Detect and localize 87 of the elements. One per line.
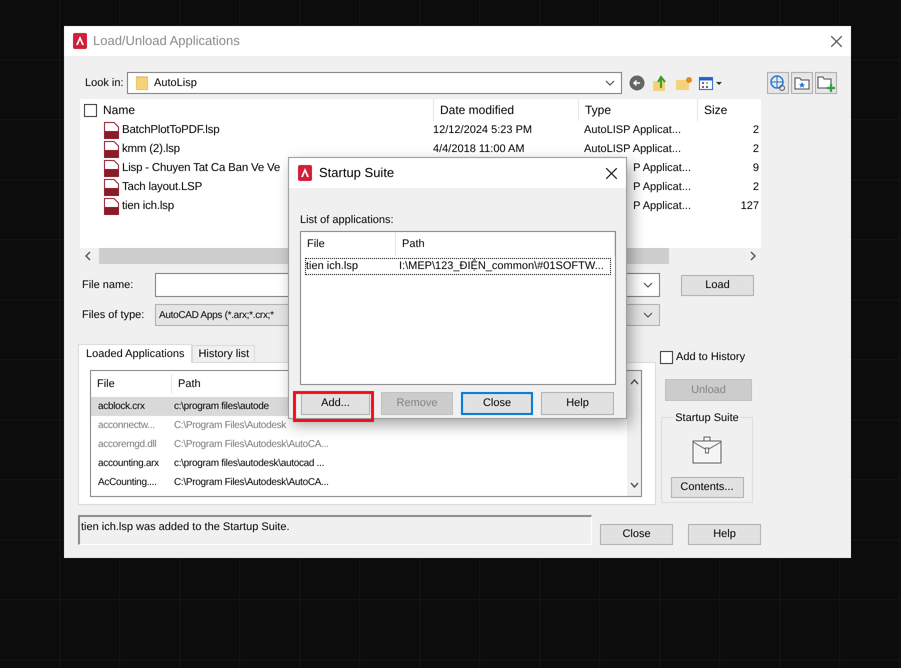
type-cell-text: P Applicat... [633,161,691,176]
close-button[interactable]: Close [600,524,673,545]
column-header[interactable]: Size [704,101,728,119]
contents-button[interactable]: Contents... [670,477,744,498]
date-cell: 4/4/2018 11:00 AM [433,143,525,156]
file-name[interactable]: Tach layout.LSP [122,178,202,196]
file-cell-text: acconnectw... [97,419,156,433]
file-name[interactable]: Lisp - Chuyen Tat Ca Ban Ve Ve [122,160,280,178]
file-name[interactable]: tien ich.lsp [122,198,174,216]
checkbox[interactable] [660,350,673,364]
file-name[interactable]: kmm (2).lsp [122,140,180,158]
list-label: List of applications: [300,214,394,226]
back-icon[interactable] [629,75,645,91]
close-icon[interactable] [831,36,842,46]
look-in-dropdown[interactable]: AutoLisp [127,72,622,94]
dialog-button[interactable]: Close [461,392,533,415]
window-title: Load/Unload Applications [93,32,240,50]
file-cell-text: AcCounting.... [97,476,158,490]
column-header[interactable]: Path [402,236,425,252]
path-cell-text: C:\Program Files\Autodesk\AutoCA... [174,438,329,452]
list-row[interactable]: accounting.arx c:\program files\autodesk\autocad ... [91,454,627,473]
help-button[interactable]: Help [688,524,761,545]
size-cell-text: 2 [752,180,759,196]
path-cell-text: c:\program files\autodesk\autocad ... [174,457,324,471]
size-cell-text: 2 [752,142,759,158]
path-cell-text: c:\program files\autode [174,400,269,414]
folder-icon [136,76,148,90]
file-cell-text: tien ich.lsp [306,259,359,274]
path-cell-text: C:\Program Files\Autodesk [174,419,286,433]
lisp-file-icon [104,179,119,196]
chevron-down-icon [643,282,653,288]
column-header[interactable]: Path [178,376,201,392]
chevron-left-icon[interactable] [85,251,91,261]
chevron-down-icon [605,80,615,86]
chevron-up-icon[interactable] [630,379,638,385]
size-cell-text: 9 [752,161,759,176]
folder-add-icon[interactable] [815,72,837,94]
column-header[interactable]: Date modified [440,101,514,119]
type-cell-text: AutoLISP Applicat... [584,123,682,138]
lisp-file-icon [104,198,119,215]
file-cell-text: accoremgd.dll [97,438,158,452]
type-cell-text: P Applicat... [633,199,691,214]
files-of-type-label: Files of type: [82,308,146,323]
select-all-checkbox[interactable] [84,104,97,116]
list-row[interactable]: AcCounting.... C:\Program Files\Autodesk\AutoCA... [91,473,627,492]
file-cell-text: acblock.crx [97,400,146,414]
lisp-file-icon [104,122,119,139]
tab[interactable]: History list [192,345,256,362]
list-row[interactable]: tien ich.lsp I:\MEP\123_ĐIỆN_common\#01SOFTW... [305,258,611,275]
chevron-down-icon [643,312,653,318]
column-header[interactable]: File [97,376,115,392]
close-icon[interactable] [606,168,617,178]
path-cell-text: C:\Program Files\Autodesk\AutoCA... [174,476,329,490]
type-cell-text: AutoLISP Applicat... [584,142,682,158]
view-grid-icon[interactable] [699,76,723,90]
briefcase-icon [692,436,722,464]
size-cell-text: 127 [740,199,759,214]
date-cell: 12/12/2024 5:23 PM [433,124,532,136]
group-label: Startup Suite [674,410,740,426]
column-header[interactable]: Name [103,101,136,119]
app-logo-icon [298,165,312,181]
load-button[interactable]: Load [681,274,754,296]
lisp-file-icon [104,141,119,158]
status-message: tien ich.lsp was added to the Startup Suite. [81,521,290,533]
dialog-button[interactable]: Add... [301,392,370,415]
dialog-title: Startup Suite [319,164,394,182]
file-name[interactable]: BatchPlotToPDF.lsp [122,122,220,140]
column-header[interactable]: File [307,236,325,252]
app-logo-icon [73,33,87,49]
chevron-right-icon[interactable] [750,251,756,261]
look-in-value: AutoLisp [154,76,197,91]
up-folder-icon[interactable] [652,74,668,92]
checkbox-label: Add to History [676,350,746,365]
column-header[interactable]: Type [585,101,612,119]
file-name-label: File name: [82,278,134,293]
size-cell-text: 2 [752,123,759,138]
globe-search-icon[interactable] [767,72,789,94]
file-cell-text: accounting.arx [97,457,160,471]
type-cell-text: P Applicat... [633,180,691,196]
file-type-value: AutoCAD Apps (*.arx;*.crx;* [159,308,274,322]
tab[interactable]: Loaded Applications [78,344,192,363]
vertical-scrollbar[interactable] [627,371,641,496]
look-in-label: Look in: [85,76,125,91]
path-cell-text: I:\MEP\123_ĐIỆN_common\#01SOFTW... [399,258,604,274]
dialog-button[interactable]: Help [541,392,614,415]
chevron-down-icon[interactable] [630,482,638,488]
lisp-file-icon [104,160,119,177]
